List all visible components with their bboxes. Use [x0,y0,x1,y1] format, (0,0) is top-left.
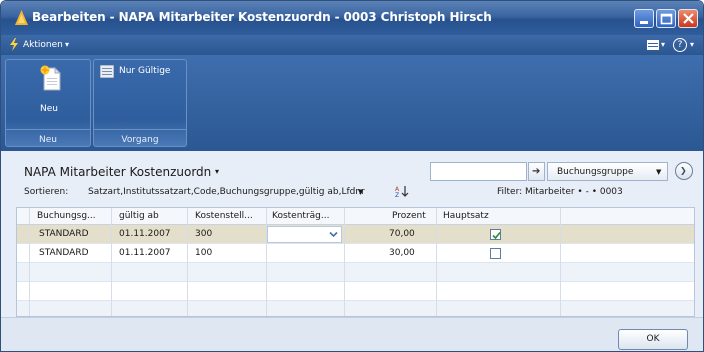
grid-line [436,208,437,316]
close-button[interactable] [678,9,698,28]
cell-kostenstelle[interactable]: 300 [195,229,212,239]
ribbon-group-label-vorgang: Vorgang [121,135,159,145]
group-divider [6,129,90,130]
help-icon[interactable]: ? [673,38,687,52]
arrow-right-icon: ➔ [532,166,541,177]
sort-chevron-down-icon[interactable]: ▼ [358,188,363,196]
cell-buchungsgruppe[interactable]: STANDARD [39,248,89,258]
column-header-hauptsatz[interactable]: Hauptsatz [443,211,489,221]
lightning-icon [10,38,18,51]
filter-text: Filter: Mitarbeiter • - • 0003 [497,187,623,197]
cell-gueltig-ab[interactable]: 01.11.2007 [119,229,171,239]
ribbon-group-vorgang: Nur Gültige Vorgang [93,59,187,147]
minimize-icon [640,21,648,24]
grid-header: Buchungsg... gültig ab Kostenstell... Ko… [17,208,694,225]
cell-gueltig-ab[interactable]: 01.11.2007 [119,248,171,258]
cell-buchungsgruppe[interactable]: STANDARD [39,229,89,239]
maximize-icon [660,13,673,25]
svg-text:Z: Z [395,192,399,197]
hauptsatz-checkbox[interactable] [490,229,501,240]
cell-prozent[interactable]: 70,00 [389,229,415,239]
actions-chevron-down-icon[interactable]: ▾ [65,40,69,49]
list-title[interactable]: NAPA Mitarbeiter Kostenzuordn [24,165,211,179]
sort-value[interactable]: Satzart,Institutssatzart,Code,Buchungsgr… [88,187,365,197]
search-field-value: Buchungsgruppe [557,167,634,177]
window-title: Bearbeiten - NAPA Mitarbeiter Kostenzuor… [32,10,492,24]
grid-line [29,208,30,316]
expand-filter-button[interactable]: ❯ [675,162,693,180]
data-grid: Buchungsg... gültig ab Kostenstell... Ko… [16,207,695,317]
empty-row[interactable] [17,301,694,316]
app-icon [15,10,28,25]
chevron-down-icon[interactable] [328,229,339,240]
filter-valid-icon [100,65,114,78]
search-input[interactable] [430,162,527,181]
list-title-chevron-down-icon[interactable]: ▾ [215,167,219,176]
empty-row[interactable] [17,263,694,282]
footer-bar: OK [1,317,703,351]
minimize-button[interactable] [634,9,654,28]
cell-kostenstelle[interactable]: 100 [195,248,212,258]
table-row[interactable]: STANDARD 01.11.2007 300 70,00 [17,225,694,244]
sort-label: Sortieren: [24,187,69,197]
new-button-label: Neu [40,104,58,114]
empty-row[interactable] [17,282,694,301]
column-header-kostenstelle[interactable]: Kostenstell... [195,211,253,221]
hauptsatz-checkbox[interactable] [490,248,501,259]
ribbon-group-label-neu: Neu [39,135,57,145]
grid-line [344,208,345,316]
actions-menu[interactable]: Aktionen [23,40,63,50]
ribbon-group-neu: Neu Neu [5,59,91,147]
check-icon [492,231,501,240]
menu-bar: Aktionen ▾ ▾ ? ▾ [1,35,703,55]
close-icon [683,13,694,24]
chevron-down-icon: ▼ [656,168,662,176]
search-go-button[interactable]: ➔ [528,162,545,181]
ok-button[interactable]: OK [618,329,688,350]
cell-prozent[interactable]: 30,00 [389,248,415,258]
column-header-buchungsgruppe[interactable]: Buchungsg... [37,211,96,221]
grid-line [560,208,561,316]
group-divider [94,129,186,130]
new-document-icon [40,65,62,91]
only-valid-button-label: Nur Gültige [119,66,171,76]
column-header-prozent[interactable]: Prozent [392,211,426,221]
view-options-chevron-down-icon[interactable]: ▾ [661,40,665,49]
double-chevron-down-icon: ❯ [680,166,687,175]
table-row[interactable]: STANDARD 01.11.2007 100 30,00 [17,244,694,263]
ribbon: Neu Neu Nur Gültige Vorgang [1,55,703,151]
title-bar: Bearbeiten - NAPA Mitarbeiter Kostenzuor… [1,1,703,35]
grid-line [111,208,112,316]
grid-line [266,208,267,316]
column-header-gueltig-ab[interactable]: gültig ab [119,211,159,221]
edit-window: Bearbeiten - NAPA Mitarbeiter Kostenzuor… [0,0,704,352]
view-options-icon[interactable] [647,40,659,50]
help-chevron-down-icon[interactable]: ▾ [690,40,694,49]
column-header-kostentraeger[interactable]: Kostenträg... [272,211,329,221]
sort-ascending-icon[interactable]: A Z [395,185,411,197]
kostentraeger-combobox[interactable] [267,226,342,243]
list-content: NAPA Mitarbeiter Kostenzuordn ▾ ➔ Buchun… [1,151,703,351]
search-field-select[interactable]: Buchungsgruppe ▼ [547,162,668,181]
maximize-button[interactable] [656,9,676,28]
grid-line [187,208,188,316]
